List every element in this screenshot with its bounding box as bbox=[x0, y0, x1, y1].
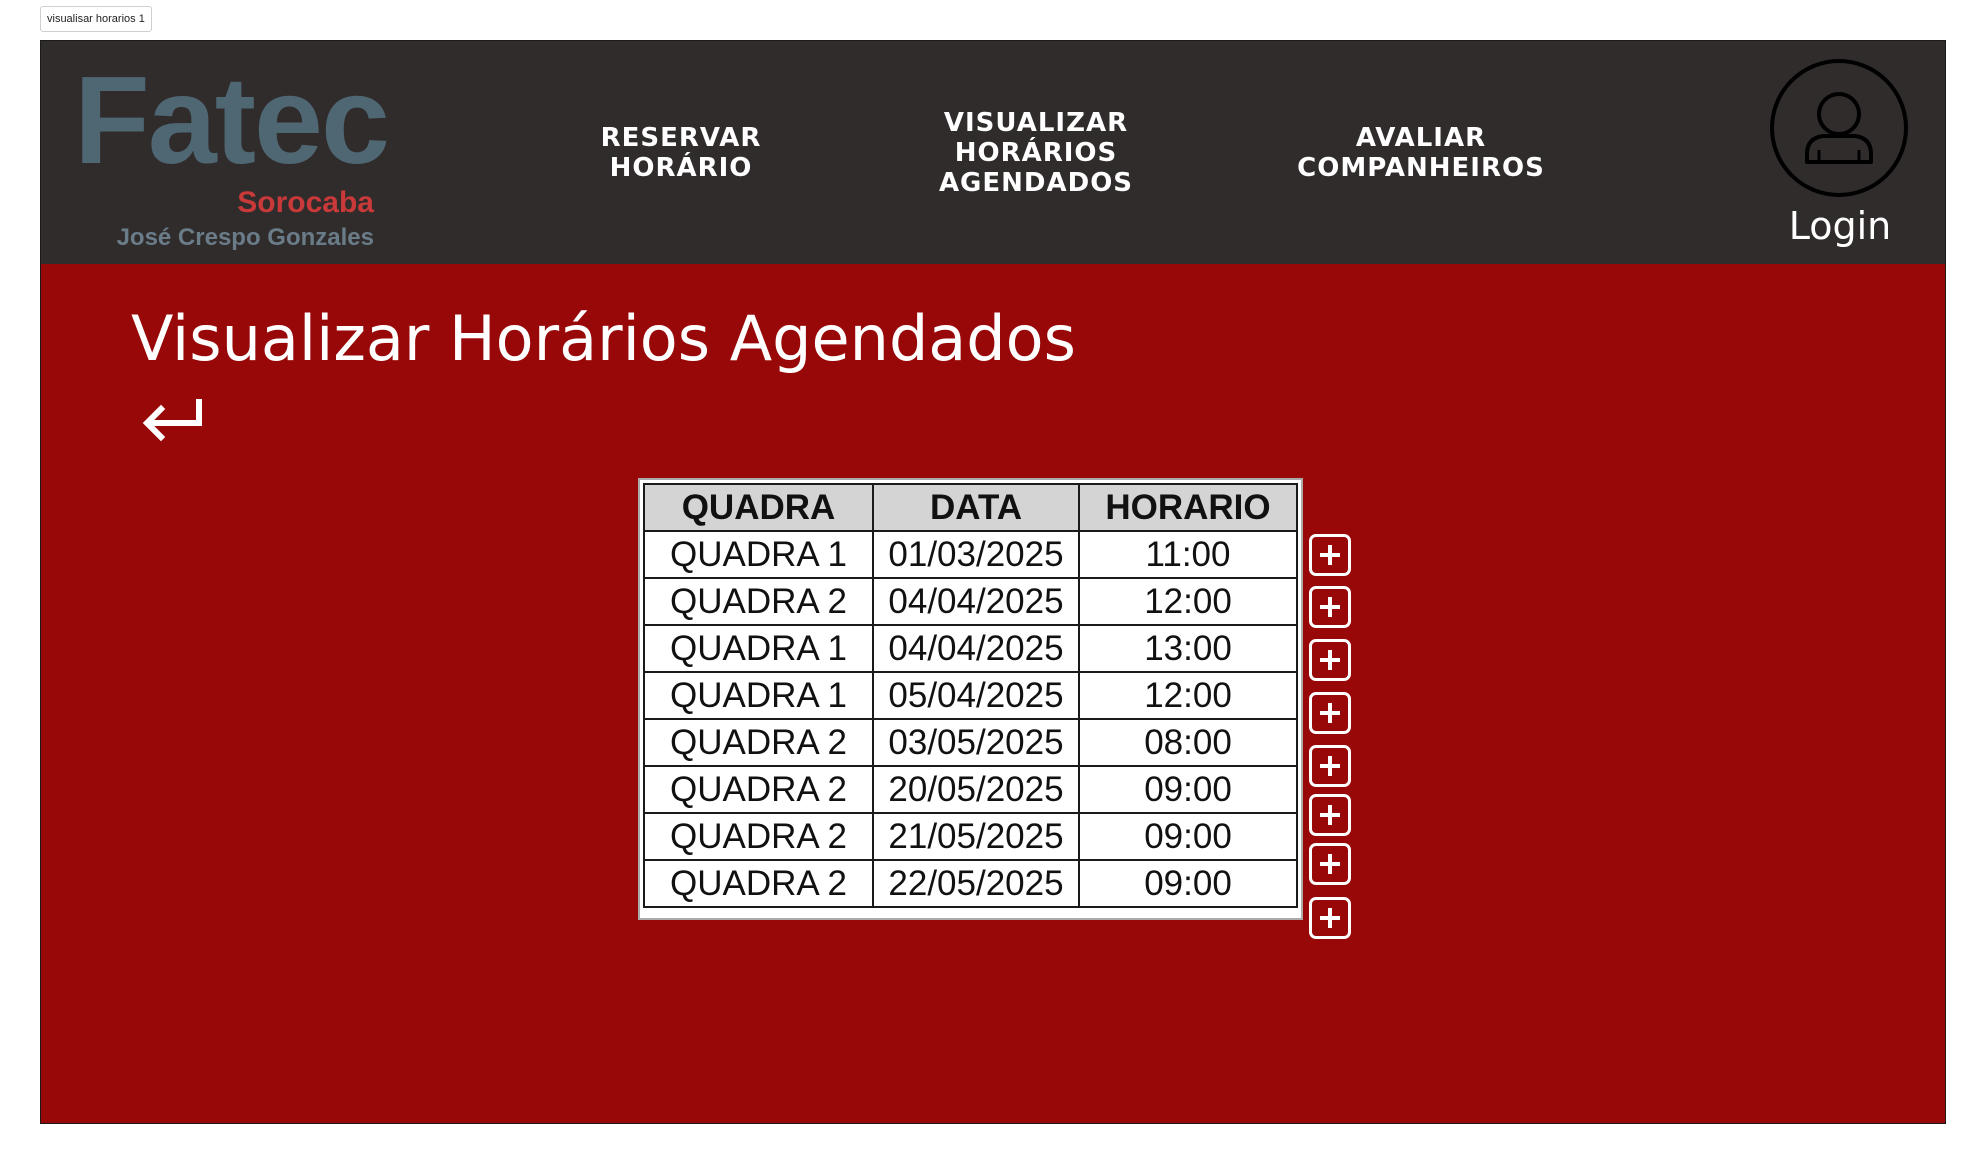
add-row-6-button[interactable] bbox=[1309, 794, 1351, 836]
table-row: QUADRA 2 20/05/2025 09:00 bbox=[643, 765, 1298, 814]
cell-horario: 12:00 bbox=[1078, 577, 1298, 626]
column-header-data: DATA bbox=[872, 483, 1080, 532]
add-row-7-button[interactable] bbox=[1309, 843, 1351, 885]
cell-horario: 09:00 bbox=[1078, 859, 1298, 908]
plus-square-icon bbox=[1320, 756, 1340, 776]
table-header-row: QUADRA DATA HORARIO bbox=[643, 483, 1298, 532]
cell-horario: 13:00 bbox=[1078, 624, 1298, 673]
login-label: Login bbox=[1788, 204, 1892, 248]
nav-visualizar-horarios[interactable]: VISUALIZAR HORÁRIOS AGENDADOS bbox=[881, 41, 1191, 264]
logo-city: Sorocaba bbox=[237, 186, 374, 219]
cell-quadra: QUADRA 2 bbox=[643, 812, 874, 861]
add-row-2-button[interactable] bbox=[1309, 586, 1351, 628]
schedule-table-container: QUADRA DATA HORARIO QUADRA 1 01/03/2025 … bbox=[638, 478, 1303, 920]
plus-square-icon bbox=[1320, 908, 1340, 928]
cell-data: 21/05/2025 bbox=[872, 812, 1080, 861]
cell-data: 03/05/2025 bbox=[872, 718, 1080, 767]
cell-quadra: QUADRA 1 bbox=[643, 624, 874, 673]
nav-avaliar-companheiros[interactable]: AVALIAR COMPANHEIROS bbox=[1261, 41, 1581, 264]
table-row: QUADRA 1 05/04/2025 12:00 bbox=[643, 671, 1298, 720]
cell-horario: 12:00 bbox=[1078, 671, 1298, 720]
schedule-table: QUADRA DATA HORARIO QUADRA 1 01/03/2025 … bbox=[643, 483, 1298, 908]
fatec-logo[interactable]: Fatec Sorocaba José Crespo Gonzales bbox=[74, 59, 390, 251]
column-header-quadra: QUADRA bbox=[643, 483, 874, 532]
plus-square-icon bbox=[1320, 805, 1340, 825]
page-title: Visualizar Horários Agendados bbox=[131, 302, 1076, 375]
nav-reservar-horario[interactable]: RESERVAR HORÁRIO bbox=[541, 41, 821, 264]
cell-horario: 09:00 bbox=[1078, 812, 1298, 861]
logo-brand: Fatec bbox=[74, 52, 390, 190]
table-row: QUADRA 1 01/03/2025 11:00 bbox=[643, 530, 1298, 579]
cell-data: 05/04/2025 bbox=[872, 671, 1080, 720]
plus-square-icon bbox=[1320, 597, 1340, 617]
table-row: QUADRA 2 03/05/2025 08:00 bbox=[643, 718, 1298, 767]
table-row: QUADRA 1 04/04/2025 13:00 bbox=[643, 624, 1298, 673]
plus-square-icon bbox=[1320, 545, 1340, 565]
table-row: QUADRA 2 22/05/2025 09:00 bbox=[643, 859, 1298, 908]
cell-quadra: QUADRA 2 bbox=[643, 765, 874, 814]
cell-horario: 08:00 bbox=[1078, 718, 1298, 767]
add-row-1-button[interactable] bbox=[1309, 534, 1351, 576]
return-arrow-icon[interactable] bbox=[137, 393, 209, 443]
add-row-3-button[interactable] bbox=[1309, 639, 1351, 681]
plus-square-icon bbox=[1320, 854, 1340, 874]
cell-horario: 11:00 bbox=[1078, 530, 1298, 579]
cell-quadra: QUADRA 1 bbox=[643, 671, 874, 720]
cell-data: 20/05/2025 bbox=[872, 765, 1080, 814]
frame-label: visualisar horarios 1 bbox=[40, 6, 152, 32]
cell-data: 22/05/2025 bbox=[872, 859, 1080, 908]
cell-horario: 09:00 bbox=[1078, 765, 1298, 814]
cell-data: 01/03/2025 bbox=[872, 530, 1080, 579]
table-row: QUADRA 2 21/05/2025 09:00 bbox=[643, 812, 1298, 861]
add-row-5-button[interactable] bbox=[1309, 745, 1351, 787]
logo-institution-name: José Crespo Gonzales bbox=[116, 224, 374, 251]
user-circle-icon bbox=[1770, 59, 1908, 197]
cell-quadra: QUADRA 2 bbox=[643, 577, 874, 626]
add-row-8-button[interactable] bbox=[1309, 897, 1351, 939]
cell-quadra: QUADRA 1 bbox=[643, 530, 874, 579]
column-header-horario: HORARIO bbox=[1078, 483, 1298, 532]
plus-square-icon bbox=[1320, 703, 1340, 723]
table-row: QUADRA 2 04/04/2025 12:00 bbox=[643, 577, 1298, 626]
cell-data: 04/04/2025 bbox=[872, 624, 1080, 673]
login-button[interactable]: Login bbox=[1765, 59, 1915, 259]
cell-quadra: QUADRA 2 bbox=[643, 859, 874, 908]
cell-quadra: QUADRA 2 bbox=[643, 718, 874, 767]
plus-square-icon bbox=[1320, 650, 1340, 670]
app-frame: Fatec Sorocaba José Crespo Gonzales RESE… bbox=[40, 40, 1946, 1124]
cell-data: 04/04/2025 bbox=[872, 577, 1080, 626]
top-navigation-bar: Fatec Sorocaba José Crespo Gonzales RESE… bbox=[41, 41, 1945, 264]
add-row-4-button[interactable] bbox=[1309, 692, 1351, 734]
